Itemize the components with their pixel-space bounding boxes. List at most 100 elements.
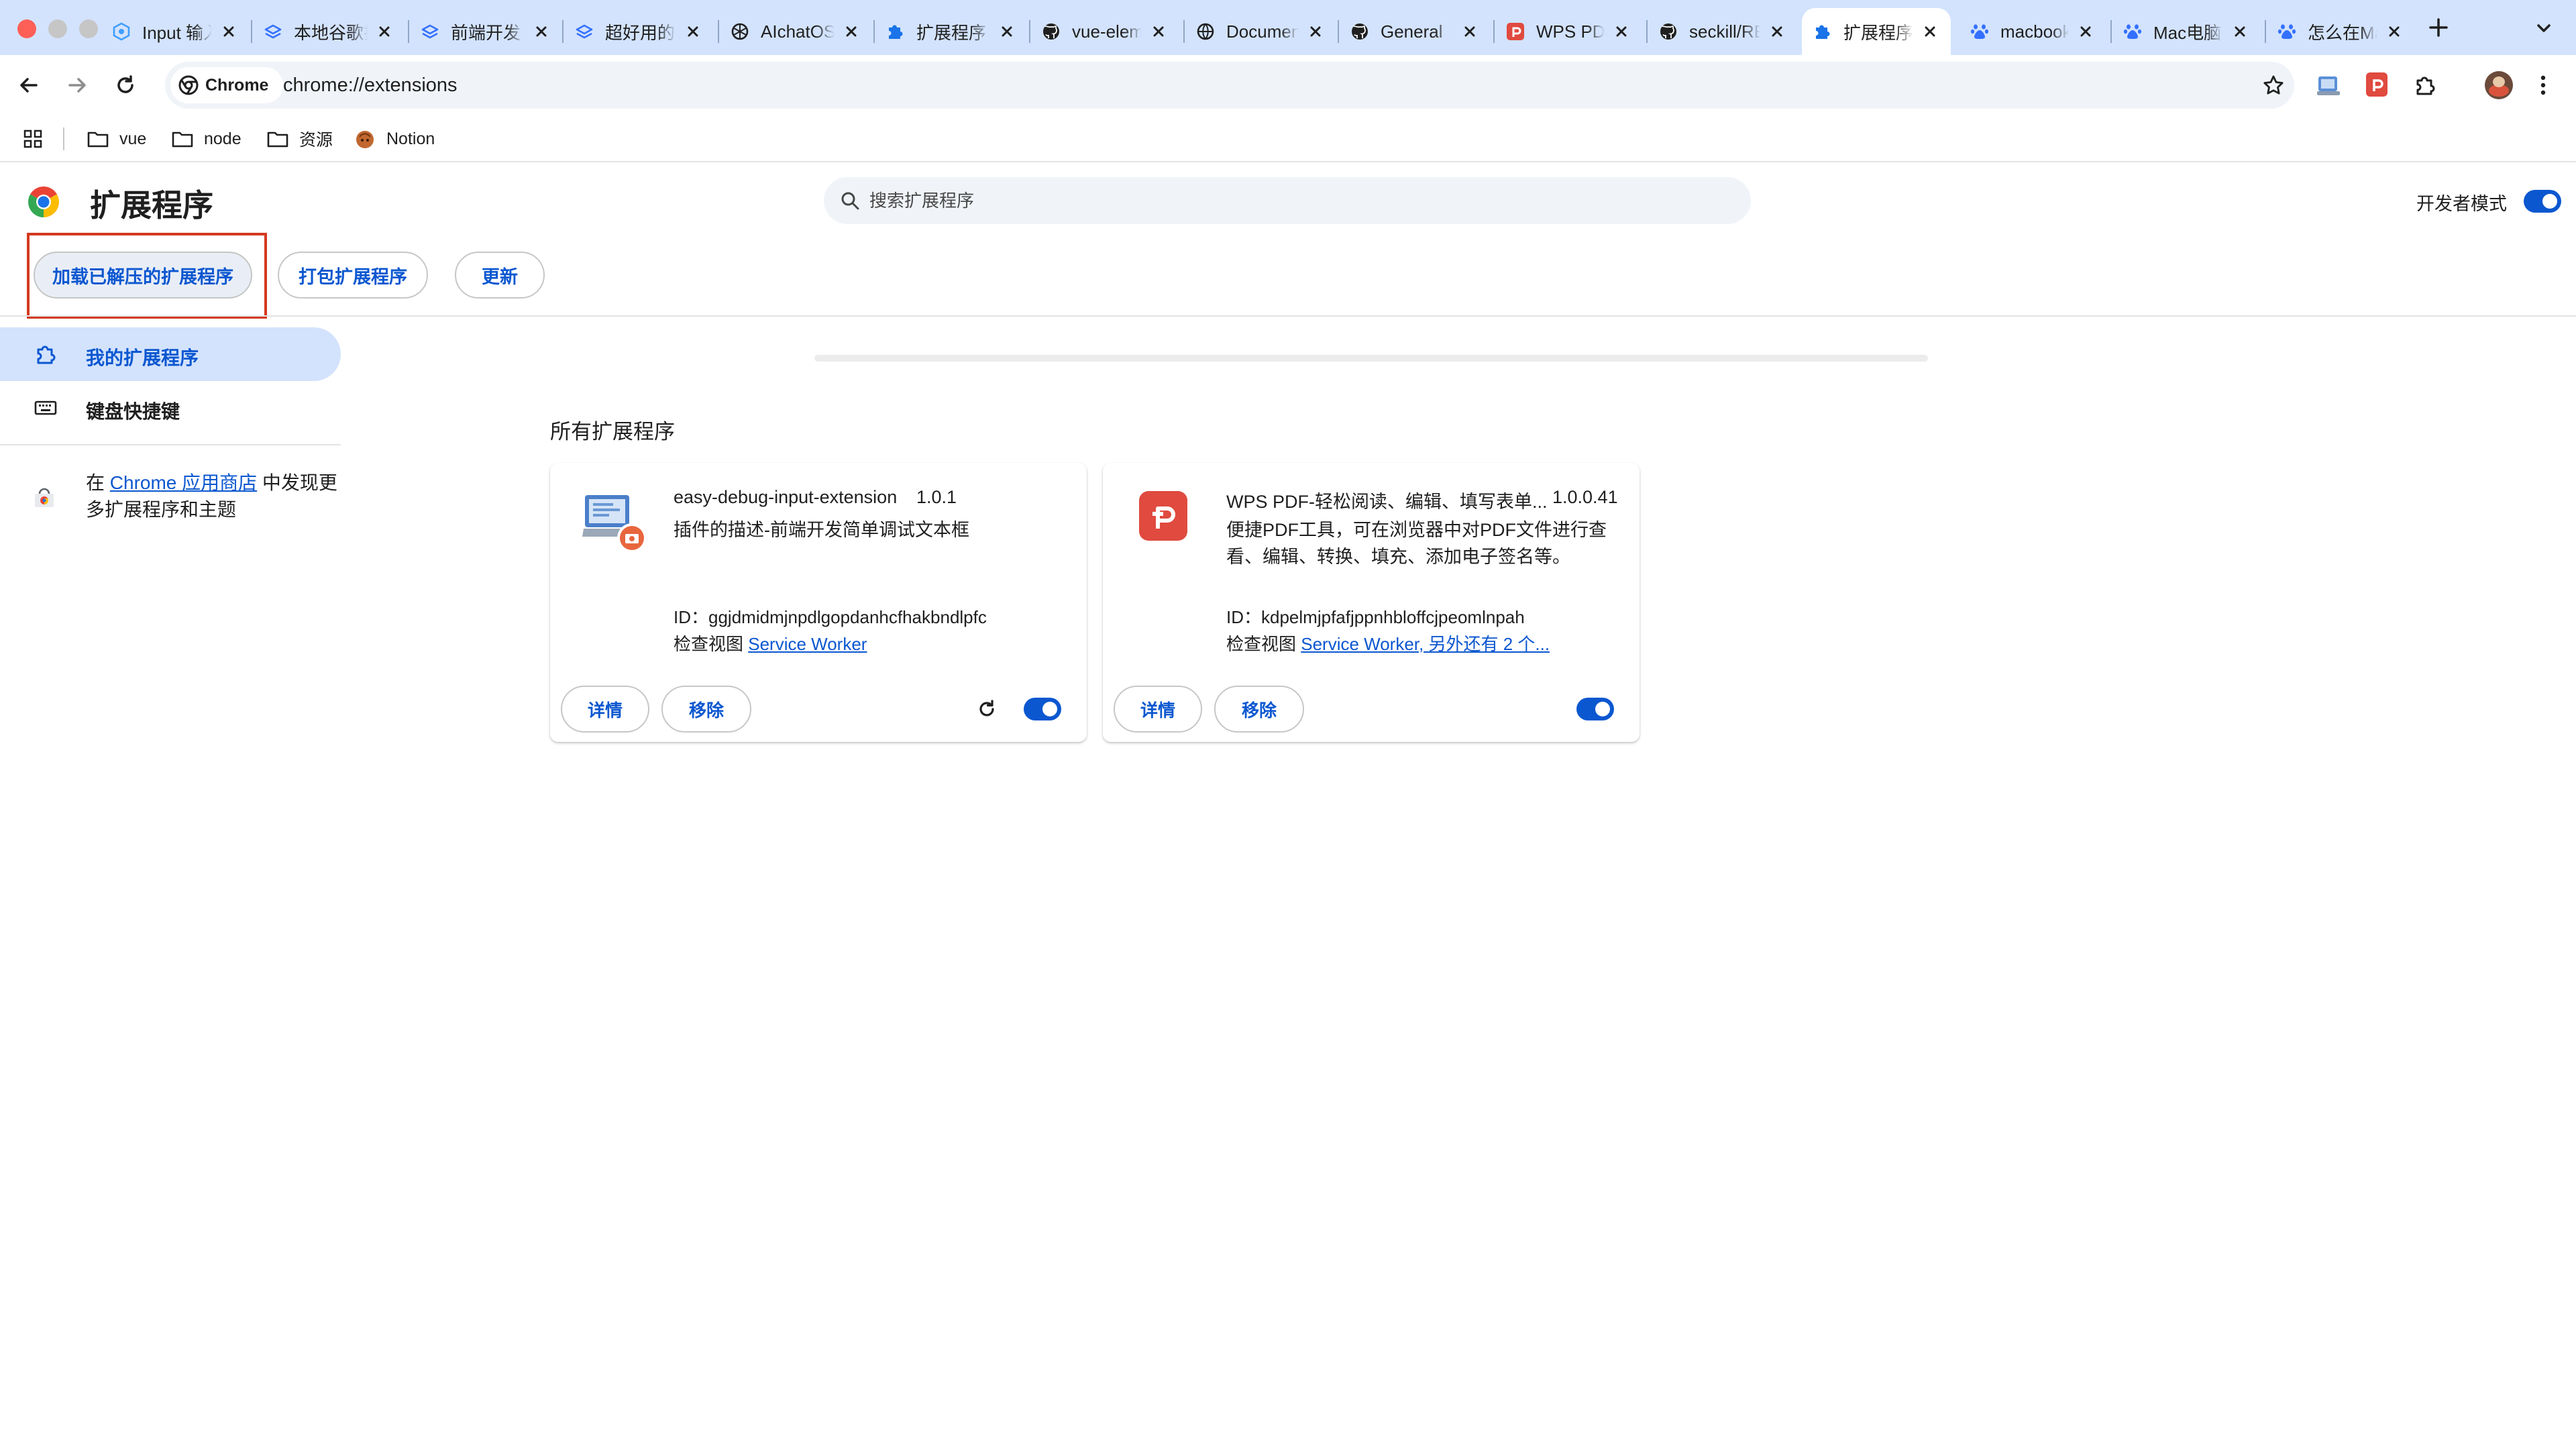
- folder-icon: [87, 129, 109, 148]
- tab-close-icon[interactable]: [1767, 21, 1787, 42]
- openai-icon: [729, 20, 751, 43]
- tab-close-icon[interactable]: [374, 21, 394, 42]
- extension-enable-toggle[interactable]: [1024, 698, 1061, 720]
- more-vertical-icon[interactable]: [2538, 72, 2548, 98]
- service-worker-link[interactable]: Service Worker, 另外还有 2 个...: [1301, 634, 1550, 654]
- zoom-window-button[interactable]: [79, 19, 98, 38]
- service-worker-link[interactable]: Service Worker: [748, 634, 867, 654]
- browser-toolbar: Chrome chrome://extensions: [0, 55, 2576, 115]
- tab-title: 扩展程序: [1843, 22, 1913, 43]
- extensions-search-input[interactable]: 搜索扩展程序: [824, 177, 1751, 224]
- tab-close-icon[interactable]: [683, 21, 703, 42]
- tab[interactable]: 本地谷歌插件: [252, 8, 405, 55]
- baidu-icon: [1968, 20, 1991, 43]
- bookmark-star-icon[interactable]: [2262, 74, 2285, 97]
- bookmarks-divider: [63, 127, 64, 150]
- extension-card-wps-pdf: WPS PDF-轻松阅读、编辑、填写表单... 1.0.0.41 便捷PDF工具…: [1103, 463, 1640, 742]
- tab-title: vue-element: [1072, 21, 1142, 42]
- remove-button[interactable]: 移除: [1214, 686, 1304, 733]
- reload-extension-icon[interactable]: [974, 696, 1000, 722]
- omnibox-url[interactable]: chrome://extensions: [283, 62, 458, 109]
- new-tab-plus-icon[interactable]: [2427, 16, 2450, 39]
- pack-extension-button[interactable]: 打包扩展程序: [278, 252, 428, 299]
- developer-mode-toggle[interactable]: [2524, 190, 2561, 213]
- bookmark-4[interactable]: Notion: [354, 115, 435, 162]
- tab-title: WPS PDF: [1536, 21, 1605, 42]
- tab[interactable]: WPS PDF: [1495, 8, 1642, 55]
- puzzle-icon: [34, 342, 58, 366]
- feishu-doc-icon: [573, 20, 596, 43]
- bookmark-1[interactable]: vue: [87, 115, 146, 162]
- tab-close-icon[interactable]: [1305, 21, 1326, 42]
- chrome-web-store-link[interactable]: Chrome 应用商店: [110, 472, 257, 493]
- easy-debug-extension-icon[interactable]: [2316, 72, 2341, 98]
- sidebar-label-my-extensions[interactable]: 我的扩展程序: [86, 343, 199, 370]
- tab[interactable]: 超好用的: [564, 8, 714, 55]
- folder-icon: [172, 129, 193, 148]
- extension-enable-toggle[interactable]: [1576, 698, 1614, 720]
- tab[interactable]: AIchatOS: [719, 8, 872, 55]
- bookmark-label: node: [204, 129, 241, 148]
- omnibox[interactable]: Chrome chrome://extensions: [165, 62, 2294, 109]
- apps-grid-icon[interactable]: [23, 129, 43, 149]
- wps-pdf-extension-icon[interactable]: [2364, 71, 2390, 98]
- extensions-puzzle-icon[interactable]: [2412, 72, 2438, 98]
- profile-avatar[interactable]: [2485, 71, 2513, 99]
- extension-id-row: ID：ggjdmidmjnpdlgopdanhcfhakbndlpfc: [674, 604, 987, 629]
- close-window-button[interactable]: [17, 19, 36, 38]
- tab-close-icon[interactable]: [841, 21, 861, 42]
- update-button[interactable]: 更新: [455, 252, 545, 299]
- extension-description: 便捷PDF工具，可在浏览器中对PDF文件进行查看、编辑、转换、填充、添加电子签名…: [1226, 520, 1607, 567]
- bookmark-label: 资源: [299, 131, 333, 150]
- remove-button[interactable]: 移除: [661, 686, 751, 733]
- bookmark-2[interactable]: node: [172, 115, 241, 162]
- extension-version: 1.0.0.41: [1552, 487, 1618, 507]
- tab-close-icon[interactable]: [1460, 21, 1480, 42]
- tab-title: 超好用的: [605, 22, 676, 43]
- extension-card-easy-debug: easy-debug-input-extension 1.0.1 插件的描述-前…: [550, 463, 1087, 742]
- tab-close-icon[interactable]: [1148, 21, 1169, 42]
- baidu-icon: [2121, 20, 2144, 43]
- tab-active[interactable]: 扩展程序: [1802, 8, 1951, 55]
- tab[interactable]: macbook: [1959, 8, 2106, 55]
- tab[interactable]: Input 输入框: [101, 8, 250, 55]
- back-arrow-icon[interactable]: [16, 72, 42, 98]
- load-unpacked-button[interactable]: 加载已解压的扩展程序: [34, 252, 252, 299]
- tab[interactable]: 怎么在Mac: [2266, 8, 2415, 55]
- discover-text-before: 在: [86, 472, 110, 493]
- extension-description: 插件的描述-前端开发简单调试文本框: [674, 520, 969, 540]
- tab-close-icon[interactable]: [1611, 21, 1631, 42]
- extension-id-row: ID：kdpelmjpfafjppnhbloffcjpeomlnpah: [1226, 604, 1525, 629]
- tab[interactable]: General: [1339, 8, 1491, 55]
- tab[interactable]: 扩展程序: [875, 8, 1028, 55]
- tab[interactable]: Mac电脑: [2112, 8, 2261, 55]
- inspect-views-row: 检查视图 Service Worker, 另外还有 2 个...: [1226, 631, 1550, 655]
- sidebar-item-keyboard-shortcuts[interactable]: 键盘快捷键: [86, 397, 180, 424]
- tab[interactable]: vue-element: [1030, 8, 1179, 55]
- id-label: ID：: [674, 607, 709, 627]
- inspect-views-row: 检查视图 Service Worker: [674, 631, 867, 655]
- details-button[interactable]: 详情: [1114, 686, 1202, 733]
- minimize-window-button[interactable]: [48, 19, 67, 38]
- sidebar-divider: [0, 444, 341, 445]
- tab-close-icon[interactable]: [219, 21, 239, 42]
- tab-close-icon[interactable]: [1920, 21, 1940, 42]
- bookmark-label: Notion: [386, 129, 435, 148]
- tab-title: 前端开发: [451, 22, 521, 43]
- chrome-site-chip[interactable]: Chrome: [170, 67, 284, 103]
- tab-close-icon[interactable]: [2076, 21, 2096, 42]
- extension-name: easy-debug-input-extension: [674, 487, 898, 507]
- tab[interactable]: 前端开发: [409, 8, 562, 55]
- tab-close-icon[interactable]: [2230, 21, 2250, 42]
- bookmark-3[interactable]: 资源: [267, 115, 333, 162]
- tab-search-chevron-down-icon[interactable]: [2533, 17, 2555, 39]
- tab-close-icon[interactable]: [2384, 21, 2404, 42]
- details-button[interactable]: 详情: [561, 686, 649, 733]
- tab-close-icon[interactable]: [997, 21, 1017, 42]
- header-divider: [0, 315, 2576, 317]
- reload-icon[interactable]: [113, 72, 138, 98]
- tab[interactable]: Document: [1185, 8, 1336, 55]
- tab[interactable]: seckill/README: [1648, 8, 1798, 55]
- tab-close-icon[interactable]: [531, 21, 551, 42]
- forward-arrow-icon[interactable]: [64, 72, 90, 98]
